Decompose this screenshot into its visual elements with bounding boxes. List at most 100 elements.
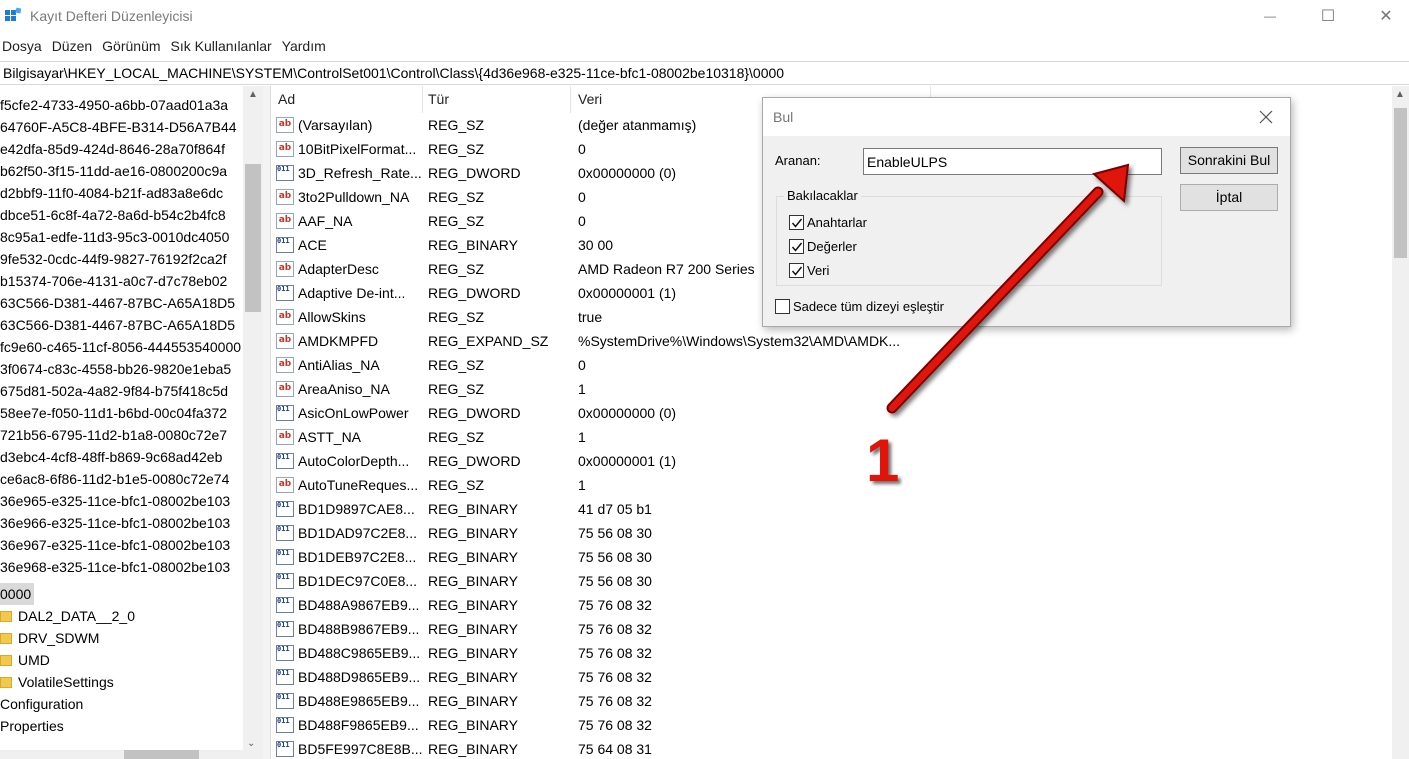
value-row[interactable]: 011 110BD488C9865EB9... REG_BINARY 75 76 0… [271, 641, 1395, 665]
tree-item-label: Configuration [0, 696, 84, 712]
value-row[interactable]: 011 110BD1DAD97C2E8... REG_BINARY 75 56 08… [271, 521, 1395, 545]
checkbox-checked-icon[interactable] [789, 262, 804, 278]
value-row[interactable]: ab AreaAniso_NA REG_SZ 1 [271, 377, 1395, 401]
find-next-button[interactable]: Sonrakini Bul [1180, 147, 1278, 174]
tree-item[interactable]: 63C566-D381-4467-87BC-A65A18D5 [0, 314, 243, 336]
tree-item[interactable]: b15374-706e-4131-a0c7-d7c78eb02 [0, 270, 243, 292]
scroll-down-icon[interactable]: ⌄ [247, 738, 255, 749]
option-data[interactable]: Veri [789, 261, 829, 279]
option-keys[interactable]: Anahtarlar [789, 213, 867, 231]
value-type: REG_SZ [428, 141, 485, 157]
title-bar: Kayıt Defteri Düzenleyicisi — ☐ ✕ [0, 0, 1409, 34]
find-dialog: Bul Aranan: Sonrakini Bul İptal Bakılaca… [762, 97, 1291, 327]
tree-scroll-thumb[interactable] [245, 164, 261, 312]
tree-item[interactable]: 3f0674-c83c-4558-bb26-9820e1eba5 [0, 358, 243, 380]
tree-vertical-scrollbar[interactable]: ▲ ⌄ [243, 86, 263, 759]
tree-item[interactable]: 9fe532-0cdc-44f9-9827-76192f2ca2f [0, 248, 243, 270]
tree-item[interactable]: e42dfa-85d9-424d-8646-28a70f864f [0, 138, 243, 160]
value-row[interactable]: 011 110BD488D9865EB9... REG_BINARY 75 76 0… [271, 665, 1395, 689]
tree-item[interactable]: f5cfe2-4733-4950-a6bb-07aad01a3a [0, 94, 243, 116]
scroll-up-icon[interactable]: ▲ [248, 89, 258, 100]
value-row[interactable]: ab AntiAlias_NA REG_SZ 0 [271, 353, 1395, 377]
tree-item[interactable]: 0000 [0, 583, 34, 605]
tree-item[interactable]: d2bbf9-11f0-4084-b21f-ad83a8e6dc [0, 182, 243, 204]
tree-item[interactable]: UMD [0, 649, 243, 671]
tree-item[interactable]: Properties [0, 715, 243, 737]
value-row[interactable]: 011 110AutoColorDepth... REG_DWORD 0x00000… [271, 449, 1395, 473]
option-values[interactable]: Değerler [789, 237, 857, 255]
value-row[interactable]: 011 110BD5FE997C8E8B... REG_BINARY 75 64 0… [271, 737, 1395, 759]
value-type: REG_BINARY [428, 597, 518, 613]
value-row[interactable]: 011 110BD488A9867EB9... REG_BINARY 75 76 0… [271, 593, 1395, 617]
tree-item[interactable]: fc9e60-c465-11cf-8056-444553540000 [0, 336, 243, 358]
option-values-label: Değerler [807, 238, 857, 254]
value-row[interactable]: 011 110AsicOnLowPower REG_DWORD 0x00000000… [271, 401, 1395, 425]
tree-item[interactable]: 36e965-e325-11ce-bfc1-08002be103 [0, 490, 243, 512]
tree-item-label: 63C566-D381-4467-87BC-A65A18D5 [0, 317, 236, 333]
tree-item[interactable]: 721b56-6795-11d2-b1a8-0080c72e7 [0, 424, 243, 446]
menu-file[interactable]: Dosya [0, 36, 49, 58]
tree-item[interactable]: DAL2_DATA__2_0 [0, 605, 243, 627]
tree-item[interactable]: 36e967-e325-11ce-bfc1-08002be103 [0, 534, 243, 556]
option-keys-label: Anahtarlar [807, 214, 867, 230]
checkbox-unchecked-icon[interactable] [775, 298, 790, 314]
cancel-button[interactable]: İptal [1180, 184, 1278, 211]
menu-edit[interactable]: Düzen [50, 36, 99, 58]
tree-item[interactable]: 8c95a1-edfe-11d3-95c3-0010dc4050 [0, 226, 243, 248]
value-row[interactable]: 011 110BD488F9865EB9... REG_BINARY 75 76 0… [271, 713, 1395, 737]
tree-item[interactable]: ce6ac8-6f86-11d2-b1e5-0080c72e74 [0, 468, 243, 490]
binary-value-icon: 011 110 [276, 621, 294, 637]
close-button[interactable]: ✕ [1363, 0, 1409, 32]
value-name: ACE [298, 237, 327, 253]
tree-item[interactable]: 63C566-D381-4467-87BC-A65A18D5 [0, 292, 243, 314]
value-data: 1 [578, 477, 586, 493]
value-name: BD488D9865EB9... [298, 669, 421, 685]
binary-value-icon: 011 110 [276, 525, 294, 541]
tree-item[interactable]: VolatileSettings [0, 671, 243, 693]
maximize-button[interactable]: ☐ [1305, 0, 1351, 32]
tree-hscroll-thumb[interactable] [124, 750, 199, 759]
checkbox-checked-icon[interactable] [789, 214, 804, 230]
value-type: REG_SZ [428, 357, 485, 373]
tree-item[interactable]: 36e968-e325-11ce-bfc1-08002be103 [0, 556, 243, 578]
tree-item[interactable]: b62f50-3f15-11dd-ae16-0800200c9a [0, 160, 243, 182]
tree-item[interactable]: 64760F-A5C8-4BFE-B314-D56A7B44 [0, 116, 243, 138]
value-row[interactable]: 011 110BD488B9867EB9... REG_BINARY 75 76 0… [271, 617, 1395, 641]
tree-horizontal-scrollbar[interactable] [0, 750, 243, 759]
value-row[interactable]: ab AutoTuneReques... REG_SZ 1 [271, 473, 1395, 497]
binary-value-icon: 011 110 [276, 501, 294, 517]
value-row[interactable]: 011 110BD1DEC97C0E8... REG_BINARY 75 56 08… [271, 569, 1395, 593]
tree-item[interactable]: d3ebc4-4cf8-48ff-b869-9c68ad42eb [0, 446, 243, 468]
value-data: 75 76 08 32 [578, 669, 652, 685]
match-whole-string-option[interactable]: Sadece tüm dizeyi eşleştir [775, 297, 944, 315]
address-bar[interactable]: Bilgisayar\HKEY_LOCAL_MACHINE\SYSTEM\Con… [0, 61, 1409, 85]
values-vertical-scrollbar[interactable]: ▲ [1392, 86, 1409, 759]
value-row[interactable]: ab AMDKMPFD REG_EXPAND_SZ %SystemDrive%\Win… [271, 329, 1395, 353]
tree-item[interactable]: Configuration [0, 693, 243, 715]
value-row[interactable]: 011 110BD1DEB97C2E8... REG_BINARY 75 56 08… [271, 545, 1395, 569]
tree-item[interactable]: dbce51-6c8f-4a72-8a6d-b54c2b4fc8 [0, 204, 243, 226]
value-row[interactable]: ab ASTT_NA REG_SZ 1 [271, 425, 1395, 449]
search-input[interactable] [863, 148, 1162, 175]
minimize-button[interactable]: — [1247, 0, 1293, 32]
values-scroll-thumb[interactable] [1394, 108, 1407, 258]
tree-item[interactable]: 58ee7e-f050-11d1-b6bd-00c04fa372 [0, 402, 243, 424]
tree-item[interactable]: 675d81-502a-4a82-9f84-b75f418c5d [0, 380, 243, 402]
key-tree: f5cfe2-4733-4950-a6bb-07aad01a3a 64760F-A… [0, 86, 263, 759]
menu-favorites[interactable]: Sık Kullanılanlar [169, 36, 279, 58]
checkbox-checked-icon[interactable] [789, 238, 804, 254]
column-header-name[interactable]: Ad [271, 86, 423, 113]
value-data: 75 76 08 32 [578, 621, 652, 637]
dialog-close-icon[interactable] [1254, 105, 1278, 129]
menu-help[interactable]: Yardım [280, 36, 333, 58]
minimize-icon: — [1264, 9, 1276, 23]
column-header-type[interactable]: Tür [421, 86, 571, 113]
tree-item[interactable]: DRV_SDWM [0, 627, 243, 649]
binary-value-icon: 011 110 [276, 237, 294, 253]
tree-item[interactable]: 36e966-e325-11ce-bfc1-08002be103 [0, 512, 243, 534]
value-row[interactable]: 011 110BD488E9865EB9... REG_BINARY 75 76 0… [271, 689, 1395, 713]
pane-splitter[interactable] [263, 86, 271, 759]
value-row[interactable]: 011 110BD1D9897CAE8... REG_BINARY 41 d7 05… [271, 497, 1395, 521]
menu-view[interactable]: Görünüm [100, 36, 167, 58]
scroll-up-icon[interactable]: ▲ [1395, 89, 1405, 100]
